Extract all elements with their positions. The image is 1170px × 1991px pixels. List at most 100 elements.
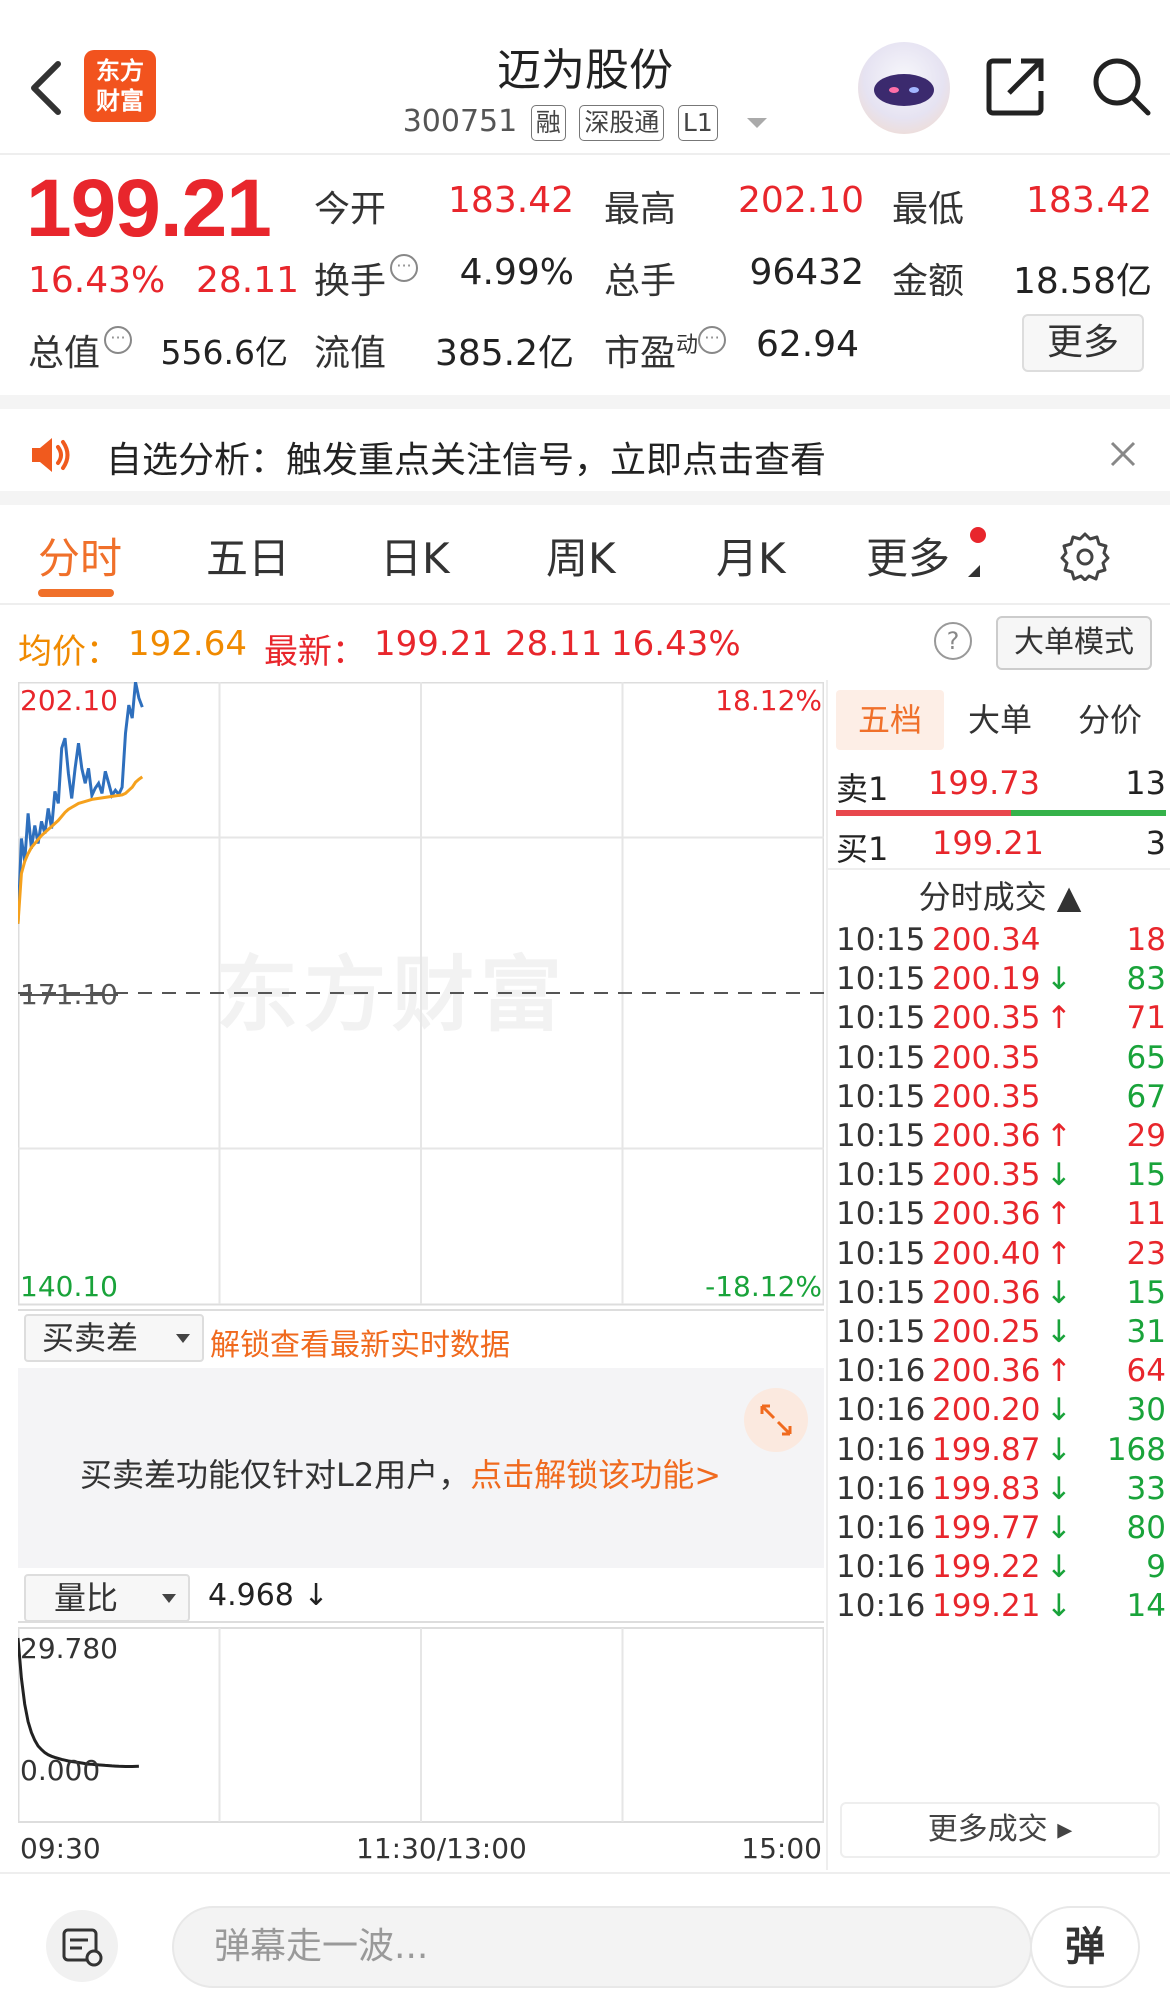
tab-intraday[interactable]: 分时 — [38, 525, 122, 586]
pe-value: 62.94 — [756, 324, 860, 365]
dropdown-arrow-icon[interactable] — [747, 117, 768, 128]
help-icon[interactable]: ? — [934, 622, 972, 660]
trade-price: 200.35 — [932, 1157, 1041, 1194]
trade-price: 200.34 — [932, 922, 1041, 958]
trade-volume: 30 — [1126, 1392, 1166, 1429]
trade-price: 200.36 — [932, 1353, 1041, 1390]
trade-time: 10:15 — [836, 1118, 926, 1154]
up-arrow-icon: ↑ — [1046, 1118, 1072, 1154]
tab-price-distribution[interactable]: 分价 — [1056, 690, 1164, 750]
down-arrow-icon: ↓ — [1046, 1392, 1072, 1429]
close-icon[interactable] — [1108, 439, 1138, 469]
trade-price: 199.83 — [932, 1470, 1041, 1507]
down-arrow-icon: ↓ — [1046, 1470, 1072, 1507]
turnover-value: 4.99% — [459, 252, 574, 293]
expand-button[interactable] — [744, 1388, 808, 1452]
tick-trades-title[interactable]: 分时成交 ▲ — [828, 872, 1170, 918]
top-nav-bar: 东方 财富 迈为股份 300751 融 深股通 L1 — [0, 0, 1170, 155]
unlock-link[interactable]: 解锁查看最新实时数据 — [210, 1320, 510, 1364]
indicator-select-volume-ratio[interactable]: 量比 — [24, 1574, 190, 1622]
volume-ratio-value: 4.968 ↓ — [208, 1578, 329, 1613]
tab-big-orders[interactable]: 大单 — [946, 690, 1054, 750]
info-icon[interactable]: ··· — [698, 326, 727, 354]
avg-price-value: 192.64 — [128, 624, 247, 664]
margin-tag: 融 — [530, 104, 566, 141]
down-arrow-icon: ↓ — [1046, 1274, 1072, 1311]
buy-1-price: 199.21 — [932, 824, 1044, 862]
more-trades-button[interactable]: 更多成交 ▸ — [840, 1802, 1160, 1858]
up-arrow-icon: ↑ — [1046, 1000, 1072, 1037]
vol-axis-top-label: 29.780 — [20, 1632, 118, 1665]
banner-text: 自选分析：触发重点关注信号，立即点击查看 — [106, 440, 827, 481]
up-arrow-icon: ↑ — [1046, 1235, 1072, 1272]
down-arrow-icon: ↓ — [1046, 1431, 1072, 1468]
up-arrow-icon: ↑ — [1046, 1196, 1072, 1233]
time-axis-start: 09:30 — [20, 1832, 101, 1865]
trade-price: 200.36 — [932, 1196, 1041, 1233]
market-cap-label[interactable]: 总值 ··· — [28, 324, 133, 376]
indicator-select-buy-sell-diff[interactable]: 买卖差 — [24, 1314, 204, 1362]
amount-label: 金额 — [892, 261, 965, 302]
chart-summary-line: 均价： 192.64 最新： 199.21 28.11 16.43% ? 大单模… — [0, 612, 1170, 680]
tab-five-levels[interactable]: 五档 — [836, 690, 944, 750]
locked-feature-panel[interactable]: 买卖差功能仅针对L2用户，点击解锁该功能> — [18, 1368, 824, 1568]
trade-volume: 64 — [1126, 1353, 1166, 1390]
indicator-label: 量比 — [54, 1579, 119, 1617]
share-icon[interactable] — [985, 55, 1047, 117]
notification-dot — [970, 527, 986, 543]
tab-weekly-k[interactable]: 周K — [546, 525, 616, 586]
vol-axis-bottom-label: 0.000 — [20, 1754, 101, 1787]
trade-volume: 18 — [1126, 922, 1166, 958]
trade-price: 199.77 — [932, 1510, 1041, 1546]
market-cap-value: 556.6亿 — [160, 333, 288, 372]
high-value: 202.10 — [738, 180, 864, 221]
trade-volume: 15 — [1126, 1157, 1166, 1194]
info-icon[interactable]: ··· — [104, 326, 133, 354]
chevron-down-icon — [162, 1594, 176, 1603]
divider — [828, 868, 1170, 870]
pe-label[interactable]: 市盈动 ··· — [604, 324, 727, 376]
danmu-input[interactable]: 弹幕走一波... — [172, 1906, 1032, 1988]
danmu-toggle-button[interactable]: 弹 — [1030, 1906, 1140, 1988]
comment-settings-button[interactable] — [46, 1910, 118, 1982]
turnover-label[interactable]: 换手 ··· — [314, 252, 419, 304]
robot-assistant-avatar[interactable] — [858, 42, 950, 134]
intraday-chart-area[interactable]: 东方财富 202.10 171.10 140.10 18.12% -18.12%… — [18, 682, 824, 1872]
down-arrow-icon: ↓ — [1046, 1314, 1072, 1350]
trade-price: 200.35 — [932, 1000, 1041, 1037]
trade-volume: 168 — [1106, 1431, 1166, 1468]
down-arrow-icon: ↓ — [1046, 1510, 1072, 1546]
settings-gear-icon[interactable] — [1060, 531, 1110, 581]
sell-1-label: 卖1 — [836, 770, 889, 808]
trade-time: 10:15 — [836, 1157, 926, 1194]
indicator-label: 买卖差 — [42, 1319, 139, 1357]
tab-more[interactable]: 更多 — [866, 525, 950, 586]
trade-time: 10:16 — [836, 1431, 926, 1468]
big-order-mode-button[interactable]: 大单模式 — [996, 616, 1152, 670]
lock-message: 买卖差功能仅针对L2用户，点击解锁该功能> — [80, 1450, 721, 1496]
change-percent: 16.43% — [28, 260, 166, 301]
tab-daily-k[interactable]: 日K — [380, 525, 450, 586]
current-price: 199.21 — [26, 163, 272, 254]
stock-connect-tag: 深股通 — [579, 104, 665, 141]
tab-monthly-k[interactable]: 月K — [716, 525, 786, 586]
trade-volume: 33 — [1126, 1470, 1166, 1507]
trade-time: 10:16 — [836, 1588, 926, 1625]
intraday-chart-svg — [18, 682, 824, 1823]
tab-five-day[interactable]: 五日 — [206, 525, 290, 586]
volume-value: 96432 — [749, 252, 864, 293]
trade-volume: 15 — [1126, 1274, 1166, 1311]
trade-time: 10:15 — [836, 961, 926, 998]
y-axis-top-label: 202.10 — [20, 684, 118, 717]
info-icon[interactable]: ··· — [390, 254, 419, 282]
low-label: 最低 — [892, 189, 965, 230]
analysis-banner[interactable]: 自选分析：触发重点关注信号，立即点击查看 — [0, 395, 1170, 505]
tick-trade-row: 10:16 199.21 ↓ 14 — [836, 1588, 1166, 1637]
trade-volume: 29 — [1126, 1118, 1166, 1154]
trade-volume: 11 — [1126, 1196, 1166, 1233]
more-quote-button[interactable]: 更多 — [1022, 314, 1144, 372]
search-icon[interactable] — [1090, 55, 1154, 119]
trade-price: 200.40 — [932, 1235, 1041, 1272]
trade-price: 200.20 — [932, 1392, 1041, 1429]
unlock-feature-link[interactable]: 点击解锁该功能> — [470, 1456, 721, 1494]
